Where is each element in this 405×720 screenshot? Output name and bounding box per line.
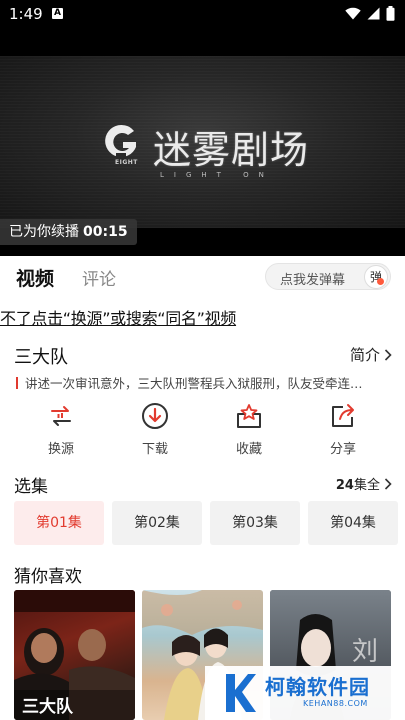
- danmu-placeholder: 点我发弹幕: [280, 273, 346, 288]
- episodes-header: 选集 24集全: [14, 472, 392, 497]
- poster-title: 三大队: [22, 696, 74, 717]
- episode-count-suffix: 集全: [353, 478, 380, 493]
- all-episodes-button[interactable]: 24集全: [336, 474, 392, 493]
- notification-badge: A: [52, 8, 63, 19]
- intro-button[interactable]: 简介: [350, 344, 392, 365]
- theater-title: 迷雾剧场: [153, 128, 310, 172]
- poster-title: 刘: [352, 637, 378, 667]
- site-watermark: 柯翰软件园 KEHAN88.COM: [205, 666, 405, 720]
- resume-label: 已为你续播: [9, 224, 79, 240]
- episode-item[interactable]: 第04集: [308, 501, 398, 545]
- resume-playback-toast: 已为你续播 00:15: [0, 219, 137, 245]
- system-icons: [345, 6, 395, 21]
- chevron-right-icon: [384, 348, 392, 361]
- intro-label: 简介: [349, 346, 380, 364]
- favorite-button[interactable]: 收藏: [209, 402, 289, 457]
- danmu-toggle-icon[interactable]: 弹: [364, 265, 388, 289]
- battery-icon: [386, 6, 395, 21]
- episode-item[interactable]: 第02集: [112, 501, 202, 545]
- video-player[interactable]: 迷雾剧场 EIGHT LIGHT ON 已为你续播 00:15: [0, 28, 405, 256]
- danmu-input[interactable]: 点我发弹幕 弹: [265, 263, 391, 290]
- show-description: 讲述一次审讯意外，三大队刑警程兵入狱服刑，队友受牵连…: [16, 373, 394, 392]
- action-bar: 换源 下载 收藏 分享: [0, 402, 405, 462]
- tab-video[interactable]: 视频: [16, 264, 54, 291]
- content-tabs: 视频 评论 点我发弹幕 弹: [0, 256, 405, 296]
- episode-count: 24: [335, 478, 354, 493]
- switch-source-button[interactable]: 换源: [21, 402, 101, 457]
- switch-source-icon: [51, 406, 71, 426]
- poster-card[interactable]: 三大队: [14, 590, 135, 720]
- poster-image: 三大队: [14, 590, 135, 720]
- episodes-label: 选集: [14, 477, 48, 497]
- status-bar: 1:49 A: [0, 0, 405, 28]
- signal-icon: [367, 7, 380, 20]
- watermark-url: KEHAN88.COM: [303, 699, 368, 708]
- logo-eight-text: EIGHT: [115, 159, 138, 166]
- show-title-row: 三大队 简介: [14, 343, 392, 369]
- download-button[interactable]: 下载: [115, 402, 195, 457]
- favorite-icon: [237, 404, 261, 428]
- theater-logo: 迷雾剧场: [103, 123, 309, 174]
- source-notice: 不了点击“换源”或搜索“同名”视频: [0, 309, 237, 328]
- switch-source-label: 换源: [47, 442, 74, 457]
- resume-time: 00:15: [83, 224, 128, 240]
- share-label: 分享: [329, 442, 356, 457]
- download-label: 下载: [141, 442, 168, 457]
- share-button[interactable]: 分享: [303, 402, 383, 457]
- episode-item[interactable]: 第03集: [210, 501, 300, 545]
- kehan-logo-icon: [226, 674, 256, 712]
- download-icon: [142, 403, 168, 429]
- light-on-logo-icon: [105, 124, 136, 161]
- share-icon: [332, 404, 354, 427]
- episode-item[interactable]: 第01集: [14, 501, 104, 545]
- watermark-text: 柯翰软件园: [265, 675, 370, 699]
- episode-list: 第01集 第02集 第03集 第04集: [14, 501, 405, 545]
- logo-subtitle: LIGHT ON: [160, 171, 274, 179]
- status-time: 1:49: [9, 5, 43, 23]
- wifi-icon: [345, 7, 361, 20]
- recommend-label: 猜你喜欢: [14, 567, 82, 587]
- favorite-label: 收藏: [235, 442, 262, 457]
- tab-comments[interactable]: 评论: [82, 265, 116, 290]
- chevron-right-icon: [384, 477, 392, 490]
- show-title: 三大队: [14, 347, 68, 368]
